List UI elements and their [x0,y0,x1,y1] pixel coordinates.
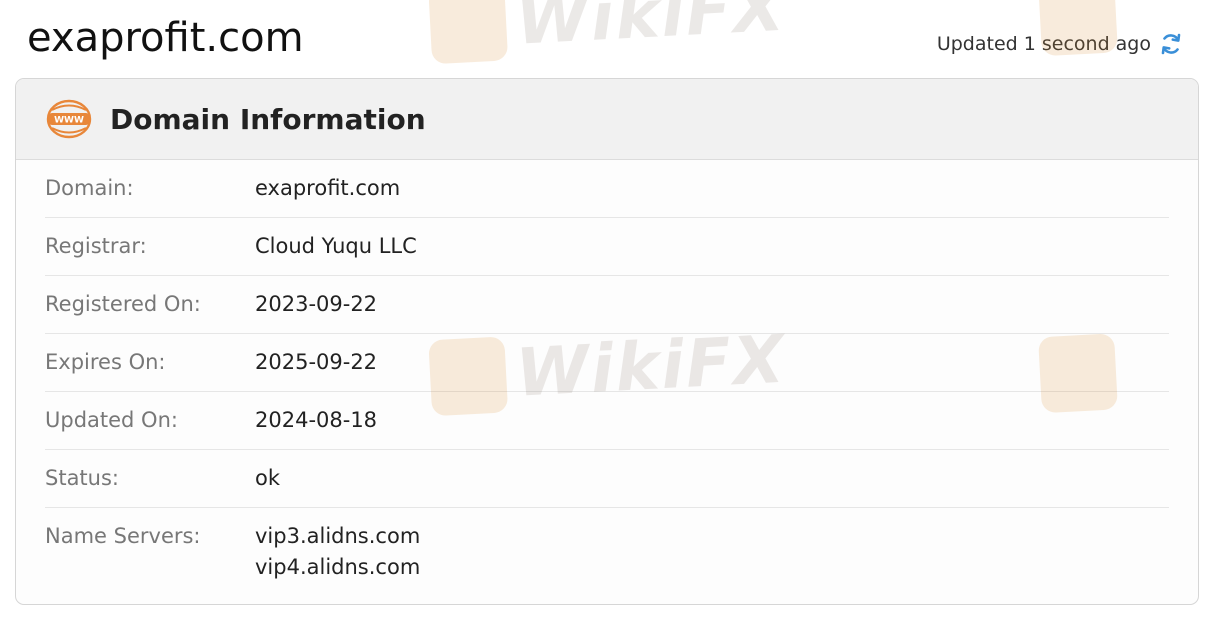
card-title: Domain Information [110,102,426,136]
refresh-icon[interactable] [1159,32,1183,56]
card-header: WWW Domain Information [16,79,1198,160]
row-label: Name Servers: [45,524,201,548]
page-title: exaprofit.com [27,15,304,61]
row-status: Status: ok [45,450,1169,508]
row-label: Registrar: [45,234,147,258]
row-value: 2023-09-22 [255,292,378,316]
row-label: Registered On: [45,292,201,316]
row-label: Status: [45,466,119,490]
row-name-servers: Name Servers: vip3.alidns.com vip4.alidn… [45,508,1169,584]
row-value: ok [255,466,281,490]
row-value: 2025-09-22 [255,350,378,374]
svg-text:WWW: WWW [54,116,84,126]
row-expires-on: Expires On: 2025-09-22 [45,334,1169,392]
row-label: Domain: [45,176,134,200]
name-server-list: vip3.alidns.com vip4.alidns.com [255,522,420,584]
www-globe-icon: WWW [46,99,92,139]
row-label: Expires On: [45,350,166,374]
domain-information-card: WWW Domain Information Domain: exaprofit… [15,78,1199,605]
domain-info-list: Domain: exaprofit.com Registrar: Cloud Y… [16,160,1198,584]
row-registered-on: Registered On: 2023-09-22 [45,276,1169,334]
row-registrar: Registrar: Cloud Yuqu LLC [45,218,1169,276]
updated-text: Updated 1 second ago [936,33,1151,55]
name-server: vip4.alidns.com [255,555,421,579]
row-updated-on: Updated On: 2024-08-18 [45,392,1169,450]
row-value: exaprofit.com [255,176,401,200]
update-status: Updated 1 second ago [937,32,1183,56]
row-value: 2024-08-18 [255,408,378,432]
page-header: exaprofit.com Updated 1 second ago [0,0,1219,78]
name-server: vip3.alidns.com [255,524,421,548]
row-domain: Domain: exaprofit.com [45,160,1169,218]
row-value: Cloud Yuqu LLC [255,234,417,258]
page: exaprofit.com Updated 1 second ago WWW D… [0,0,1219,619]
row-label: Updated On: [45,408,178,432]
